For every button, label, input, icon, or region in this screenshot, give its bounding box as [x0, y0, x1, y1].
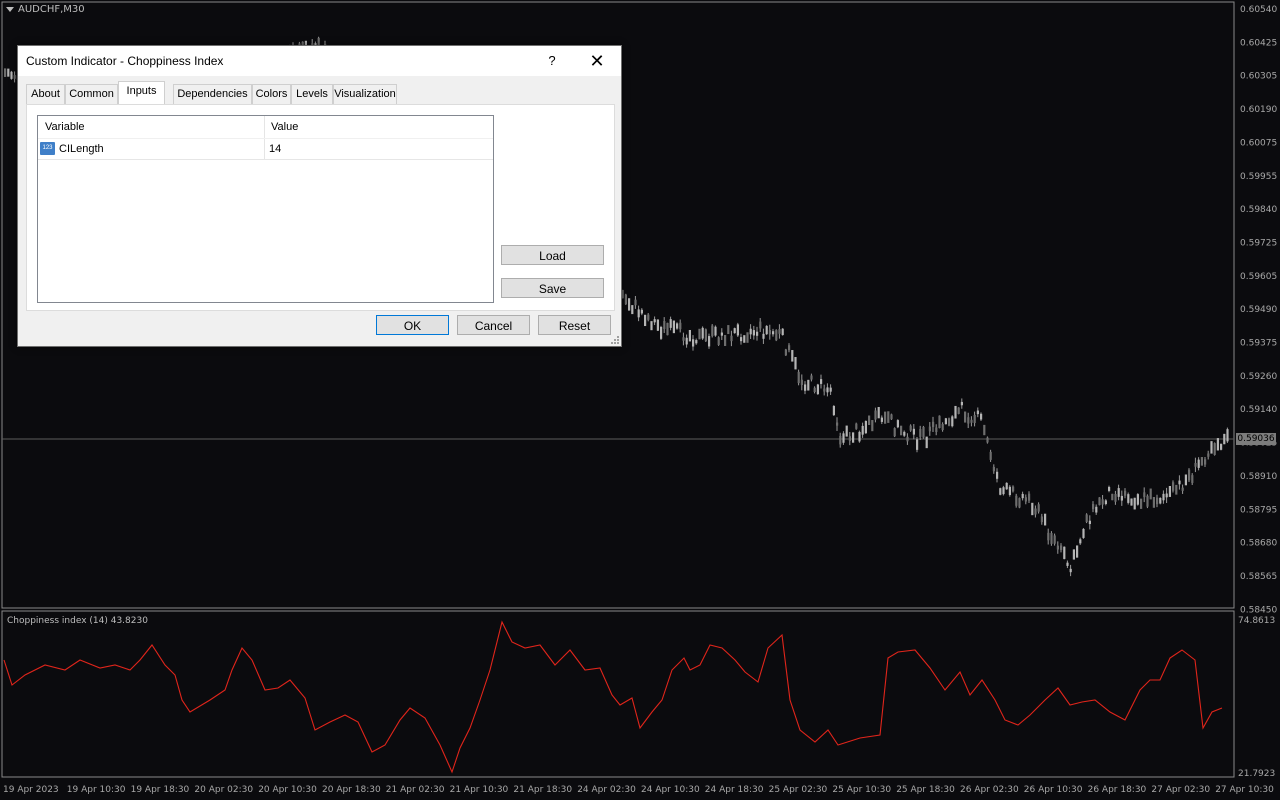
symbol-label[interactable]: AUDCHF,M30: [6, 4, 85, 15]
price-tick-label: 0.59840: [1240, 205, 1277, 215]
time-tick-label: 24 Apr 10:30: [641, 785, 700, 795]
tab-visualization[interactable]: Visualization: [333, 84, 397, 104]
price-tick-label: 0.60540: [1240, 5, 1277, 15]
time-tick-label: 20 Apr 02:30: [194, 785, 253, 795]
price-tick-label: 0.58680: [1240, 539, 1277, 549]
tab-colors[interactable]: Colors: [252, 84, 291, 104]
price-tick-label: 0.59605: [1240, 272, 1277, 282]
inputs-table: Variable Value 123 CILength 14: [37, 115, 494, 303]
indicator-max-label: 74.8613: [1238, 616, 1275, 626]
column-divider[interactable]: [264, 116, 265, 138]
time-tick-label: 27 Apr 02:30: [1151, 785, 1210, 795]
tab-common[interactable]: Common: [65, 84, 118, 104]
indicator-label: Choppiness index (14) 43.8230: [7, 616, 148, 626]
time-tick-label: 19 Apr 2023: [3, 785, 59, 795]
time-tick-label: 25 Apr 10:30: [832, 785, 891, 795]
resize-grip-icon[interactable]: [611, 336, 619, 344]
time-tick-label: 21 Apr 02:30: [386, 785, 445, 795]
time-tick-label: 25 Apr 02:30: [769, 785, 828, 795]
custom-indicator-dialog: Custom Indicator - Choppiness Index ? ✕ …: [17, 45, 622, 347]
time-tick-label: 24 Apr 02:30: [577, 785, 636, 795]
indicator-min-label: 21.7923: [1238, 769, 1275, 779]
load-button[interactable]: Load: [501, 245, 604, 265]
price-tick-label: 0.59260: [1240, 372, 1277, 382]
time-tick-label: 25 Apr 18:30: [896, 785, 955, 795]
time-tick-label: 26 Apr 10:30: [1024, 785, 1083, 795]
integer-type-icon: 123: [40, 142, 55, 155]
price-tick-label: 0.58795: [1240, 505, 1277, 515]
dialog-title: Custom Indicator - Choppiness Index: [26, 54, 224, 68]
time-tick-label: 19 Apr 18:30: [131, 785, 190, 795]
current-price-badge: 0.59036: [1236, 433, 1276, 445]
time-tick-label: 26 Apr 02:30: [960, 785, 1019, 795]
price-tick-label: 0.58450: [1240, 605, 1277, 615]
dropdown-triangle-icon: [6, 6, 14, 12]
column-header-variable[interactable]: Variable: [45, 121, 85, 133]
time-tick-label: 27 Apr 10:30: [1215, 785, 1274, 795]
cell-divider: [264, 139, 265, 159]
price-tick-label: 0.58565: [1240, 572, 1277, 582]
price-tick-label: 0.59140: [1240, 405, 1277, 415]
tab-about[interactable]: About: [26, 84, 65, 104]
table-header: Variable Value: [38, 116, 493, 139]
tab-dependencies[interactable]: Dependencies: [173, 84, 252, 104]
dialog-titlebar[interactable]: Custom Indicator - Choppiness Index ? ✕: [18, 46, 621, 76]
price-tick-label: 0.59375: [1240, 339, 1277, 349]
time-tick-label: 24 Apr 18:30: [705, 785, 764, 795]
save-button[interactable]: Save: [501, 278, 604, 298]
time-tick-label: 21 Apr 18:30: [513, 785, 572, 795]
price-tick-label: 0.60190: [1240, 105, 1277, 115]
close-button[interactable]: ✕: [584, 50, 610, 72]
column-header-value[interactable]: Value: [271, 121, 298, 133]
price-tick-label: 0.59955: [1240, 172, 1277, 182]
time-tick-label: 26 Apr 18:30: [1088, 785, 1147, 795]
price-tick-label: 0.59725: [1240, 238, 1277, 248]
variable-value[interactable]: 14: [269, 143, 281, 155]
price-tick-label: 0.60305: [1240, 72, 1277, 82]
time-tick-label: 21 Apr 10:30: [450, 785, 509, 795]
table-row[interactable]: 123 CILength 14: [38, 139, 493, 160]
price-tick-label: 0.60425: [1240, 38, 1277, 48]
help-button[interactable]: ?: [540, 51, 564, 71]
reset-button[interactable]: Reset: [538, 315, 611, 335]
ok-button[interactable]: OK: [376, 315, 449, 335]
cancel-button[interactable]: Cancel: [457, 315, 530, 335]
price-tick-label: 0.60075: [1240, 138, 1277, 148]
time-tick-label: 19 Apr 10:30: [67, 785, 126, 795]
symbol-text: AUDCHF,M30: [18, 4, 85, 15]
tab-levels[interactable]: Levels: [291, 84, 333, 104]
time-tick-label: 20 Apr 10:30: [258, 785, 317, 795]
inputs-panel: Variable Value 123 CILength 14 Load Save: [26, 104, 615, 311]
price-tick-label: 0.59490: [1240, 305, 1277, 315]
tab-inputs[interactable]: Inputs: [118, 81, 165, 105]
variable-name: CILength: [59, 143, 104, 155]
time-tick-label: 20 Apr 18:30: [322, 785, 381, 795]
price-tick-label: 0.58910: [1240, 472, 1277, 482]
